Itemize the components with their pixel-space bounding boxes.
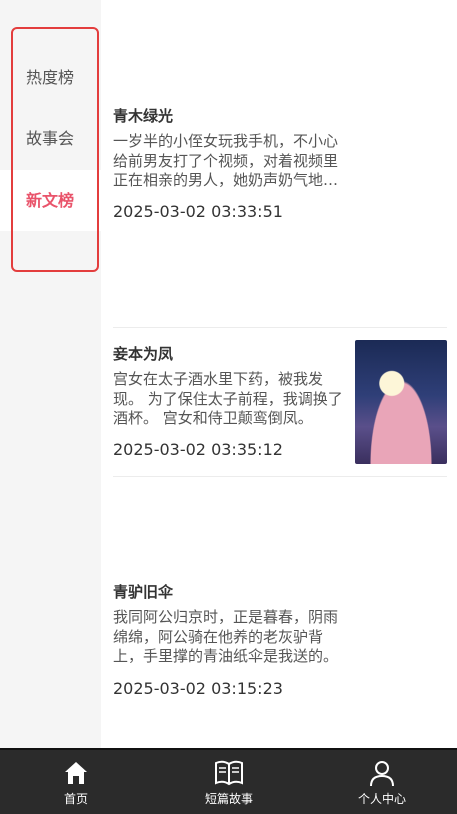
article-title: 妾本为凤 (113, 345, 174, 363)
sidebar-item-hot[interactable]: 热度榜 (0, 47, 101, 108)
article-summary: 宫女在太子酒水里下药，被我发现。 为了保住太子前程，我调换了酒杯。 宫女和侍卫颠… (113, 370, 343, 427)
sidebar-item-label: 新文榜 (26, 191, 75, 210)
sidebar-item-label: 故事会 (26, 129, 75, 148)
article-thumbnail[interactable] (355, 340, 447, 464)
tab-profile[interactable]: 个人中心 (346, 750, 418, 814)
article-date: 2025-03-02 03:33:51 (113, 202, 283, 221)
article-title: 青木绿光 (113, 107, 174, 125)
tab-short-stories[interactable]: 短篇故事 (190, 750, 268, 814)
article-date: 2025-03-02 03:15:23 (113, 679, 283, 698)
bottom-tab-bar: 首页 短篇故事 个人中心 (0, 748, 457, 814)
tab-home[interactable]: 首页 (40, 750, 112, 814)
book-icon (215, 760, 243, 786)
article-summary: 我同阿公归京时，正是暮春，阴雨绵绵，阿公骑在他养的老灰驴背上，手里撑的青油纸伞是… (113, 608, 339, 665)
user-icon (370, 761, 394, 787)
sidebar-item-stories[interactable]: 故事会 (0, 108, 101, 169)
list-item[interactable]: 妾本为凤 宫女在太子酒水里下药，被我发现。 为了保住太子前程，我调换了酒杯。 宫… (113, 344, 347, 429)
list-item[interactable]: 青驴旧伞 我同阿公归京时，正是暮春，阴雨绵绵，阿公骑在他养的老灰驴背上，手里撑的… (113, 582, 347, 667)
divider (113, 476, 447, 477)
article-summary: 一岁半的小侄女玩我手机，不小心给前男友打了个视频，对着视频里正在相亲的男人，她奶… (113, 132, 339, 189)
divider (113, 327, 447, 328)
tab-label: 首页 (63, 792, 88, 806)
tab-label: 短篇故事 (204, 792, 253, 806)
category-sidebar: 热度榜 故事会 新文榜 (0, 0, 101, 748)
tab-label: 个人中心 (357, 792, 406, 806)
article-title: 青驴旧伞 (113, 583, 174, 601)
list-item[interactable]: 青木绿光 一岁半的小侄女玩我手机，不小心给前男友打了个视频，对着视频里正在相亲的… (113, 106, 347, 191)
sidebar-item-label: 热度榜 (26, 68, 75, 87)
sidebar-item-new[interactable]: 新文榜 (0, 170, 101, 231)
home-icon (65, 762, 87, 784)
